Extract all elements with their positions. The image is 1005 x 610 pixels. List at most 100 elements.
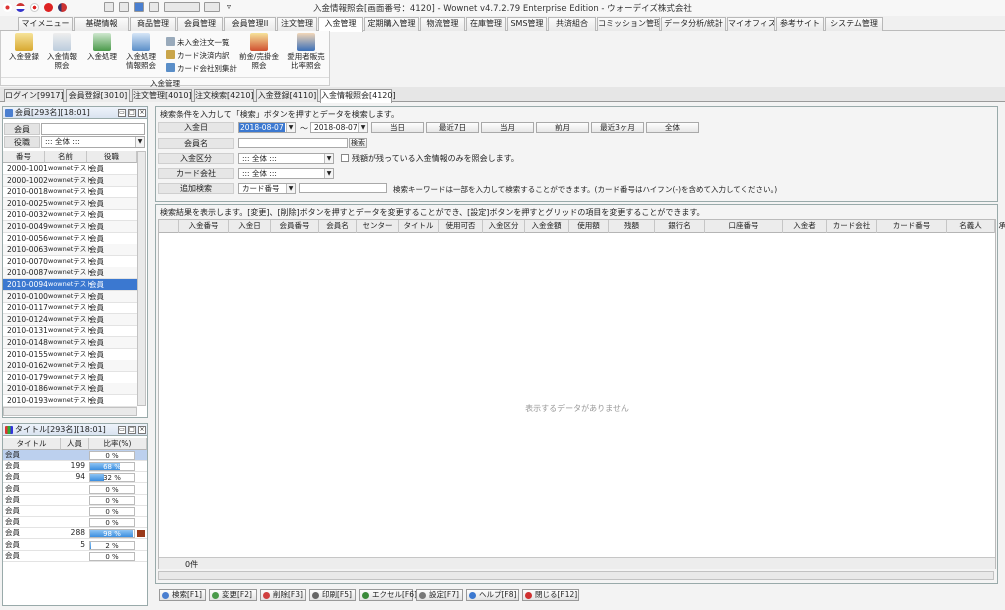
member-row[interactable]: 2010-0063 wownetテスト 会員: [3, 244, 137, 257]
menu-tab-2[interactable]: 商品管理: [130, 17, 176, 31]
window-tab-2[interactable]: 注文管理[4010]: [132, 89, 192, 102]
quick-this-month-button[interactable]: 当月: [481, 122, 534, 133]
member-row[interactable]: 2010-0094 wownetテスト 会員: [3, 279, 137, 291]
quick-all-button[interactable]: 全体: [646, 122, 699, 133]
results-col-10[interactable]: 残額: [609, 220, 655, 233]
results-col-7[interactable]: 入金区分: [483, 220, 525, 233]
member-list-vscrollbar[interactable]: [137, 151, 146, 406]
member-row[interactable]: 2010-0070 wownetテスト 会員: [3, 256, 137, 268]
results-col-0[interactable]: 入金番号: [179, 220, 229, 233]
close-icon[interactable]: ×: [138, 109, 146, 117]
deposit-kind-select[interactable]: ::: 全体 ::: ▼: [238, 153, 334, 164]
search-button[interactable]: 検索[F1]: [159, 589, 206, 601]
title-stat-row[interactable]: 会員 0 %: [3, 484, 147, 495]
member-name-input[interactable]: [238, 138, 348, 148]
member-row[interactable]: 2010-0018 wownetテスト 会員: [3, 186, 137, 199]
window-tab-0[interactable]: ログイン[9917]: [4, 89, 64, 102]
results-col-5[interactable]: タイトル: [399, 220, 439, 233]
stats-col-count[interactable]: 人員: [61, 438, 89, 450]
title-stat-row[interactable]: 会員 0 %: [3, 517, 147, 529]
member-row[interactable]: 2010-0131 wownetテスト 会員: [3, 325, 137, 338]
member-row[interactable]: 2010-0162 wownetテスト 会員: [3, 360, 137, 373]
quick-today-button[interactable]: 当日: [371, 122, 424, 133]
member-row[interactable]: 2010-0117 wownetテスト 会員: [3, 302, 137, 315]
ribbon-deposit-info-button[interactable]: 入金情報 照会: [43, 33, 81, 70]
title-stat-row[interactable]: 会員 0 %: [3, 495, 147, 506]
results-col-4[interactable]: センター: [357, 220, 399, 233]
results-col-15[interactable]: カード番号: [877, 220, 947, 233]
results-col-2[interactable]: 会員番号: [271, 220, 319, 233]
close-button[interactable]: 閉じる[F12]: [522, 589, 579, 601]
date-to-input[interactable]: 2018-08-07 ▼: [310, 122, 368, 133]
quick-7days-button[interactable]: 最近7日: [426, 122, 479, 133]
results-col-3[interactable]: 会員名: [319, 220, 357, 233]
menu-tab-10[interactable]: SMS管理: [507, 17, 547, 31]
window-tab-4[interactable]: 入金登録[4110]: [256, 89, 318, 102]
card-company-select[interactable]: ::: 全体 ::: ▼: [238, 168, 334, 179]
member-list-hscrollbar[interactable]: [3, 407, 137, 416]
menu-tab-8[interactable]: 物流管理: [420, 17, 465, 31]
results-col-14[interactable]: カード会社: [827, 220, 877, 233]
title-stat-row[interactable]: 会員 199 68 %: [3, 461, 147, 473]
stats-col-title[interactable]: タイトル: [3, 438, 61, 450]
member-row[interactable]: 2000-1002 wownetテスト 会員: [3, 174, 137, 187]
member-row[interactable]: 2010-0100 wownetテスト 会員: [3, 290, 137, 303]
menu-tab-12[interactable]: コミッション管理: [597, 17, 660, 31]
maximize-icon[interactable]: □: [128, 109, 136, 117]
window-tab-3[interactable]: 注文検索[4210]: [194, 89, 254, 102]
member-row[interactable]: 2010-0087 wownetテスト 会員: [3, 267, 137, 280]
member-row[interactable]: 2010-0155 wownetテスト 会員: [3, 349, 137, 361]
ribbon-user-sales-ratio-button[interactable]: 愛用者販売 比率照会: [285, 33, 327, 70]
results-col-1[interactable]: 入金日: [229, 220, 271, 233]
member-row[interactable]: 2010-0179 wownetテスト 会員: [3, 372, 137, 384]
delete-button[interactable]: 削除[F3]: [260, 589, 306, 601]
member-row[interactable]: 2000-1001 wownetテスト 会員: [3, 163, 137, 175]
extra-search-input[interactable]: [299, 183, 387, 193]
ribbon-unpaid-orders[interactable]: 未入金注文一覧: [166, 37, 230, 48]
menu-tab-15[interactable]: 参考サイト: [776, 17, 824, 31]
quick-3months-button[interactable]: 最近3ヶ月: [591, 122, 644, 133]
menu-tab-9[interactable]: 在庫管理: [466, 17, 506, 31]
menu-tab-16[interactable]: システム管理: [825, 17, 883, 31]
title-stat-row[interactable]: 会員 5 2 %: [3, 540, 147, 551]
member-row[interactable]: 2010-0148 wownetテスト 会員: [3, 337, 137, 349]
window-tab-5[interactable]: 入金情報照会[4120]: [320, 89, 396, 103]
print-button[interactable]: 印刷[F5]: [309, 589, 356, 601]
title-stat-row[interactable]: 会員 94 32 %: [3, 472, 147, 484]
title-stat-row[interactable]: 会員 0 %: [3, 551, 147, 562]
member-col-role[interactable]: 役職: [87, 151, 137, 163]
restore-icon[interactable]: ▭: [118, 426, 126, 434]
date-from-input[interactable]: 2018-08-07 ▼: [238, 122, 296, 133]
results-col-12[interactable]: 口座番号: [705, 220, 783, 233]
member-row[interactable]: 2010-0193 wownetテスト 会員: [3, 395, 137, 407]
member-col-number[interactable]: 番号: [3, 151, 45, 163]
extra-search-field-select[interactable]: カード番号 ▼: [238, 183, 296, 194]
maximize-icon[interactable]: □: [128, 426, 136, 434]
member-row[interactable]: 2010-0049 wownetテスト 会員: [3, 221, 137, 233]
results-col-13[interactable]: 入金者: [783, 220, 827, 233]
ribbon-deposit-register-button[interactable]: 入金登録: [5, 33, 43, 61]
title-stat-row[interactable]: 会員 0 %: [3, 506, 147, 517]
menu-tab-7[interactable]: 定期購入管理: [364, 17, 419, 31]
title-stat-row[interactable]: 会員 288 98 %: [3, 528, 147, 540]
ribbon-advance-receivable-button[interactable]: 前金/売掛金 照会: [238, 33, 280, 70]
member-row[interactable]: 2010-0056 wownetテスト 会員: [3, 233, 137, 245]
excel-button[interactable]: エクセル[F6]: [359, 589, 417, 601]
edit-button[interactable]: 変更[F2]: [209, 589, 257, 601]
quick-last-month-button[interactable]: 前月: [536, 122, 589, 133]
member-filter-input[interactable]: [41, 123, 145, 135]
menu-tab-4[interactable]: 会員管理II: [224, 17, 276, 31]
close-icon[interactable]: ×: [138, 426, 146, 434]
window-tab-1[interactable]: 会員登録[3010]: [66, 89, 130, 102]
stats-col-ratio[interactable]: 比率(%): [89, 438, 147, 450]
help-button[interactable]: ヘルプ[F8]: [466, 589, 519, 601]
results-col-11[interactable]: 銀行名: [655, 220, 705, 233]
results-col-16[interactable]: 名義人: [947, 220, 995, 233]
title-stat-row[interactable]: 会員 0 %: [3, 450, 147, 461]
settings-button[interactable]: 設定[F7]: [416, 589, 463, 601]
menu-tab-11[interactable]: 共済組合: [548, 17, 596, 31]
role-filter-select[interactable]: ::: 全体 ::: ▼: [41, 136, 145, 148]
ribbon-card-company-summary[interactable]: カード会社別集計: [166, 63, 237, 74]
ribbon-deposit-process-info-button[interactable]: 入金処理 情報照会: [121, 33, 161, 70]
results-hscrollbar[interactable]: [158, 571, 994, 580]
